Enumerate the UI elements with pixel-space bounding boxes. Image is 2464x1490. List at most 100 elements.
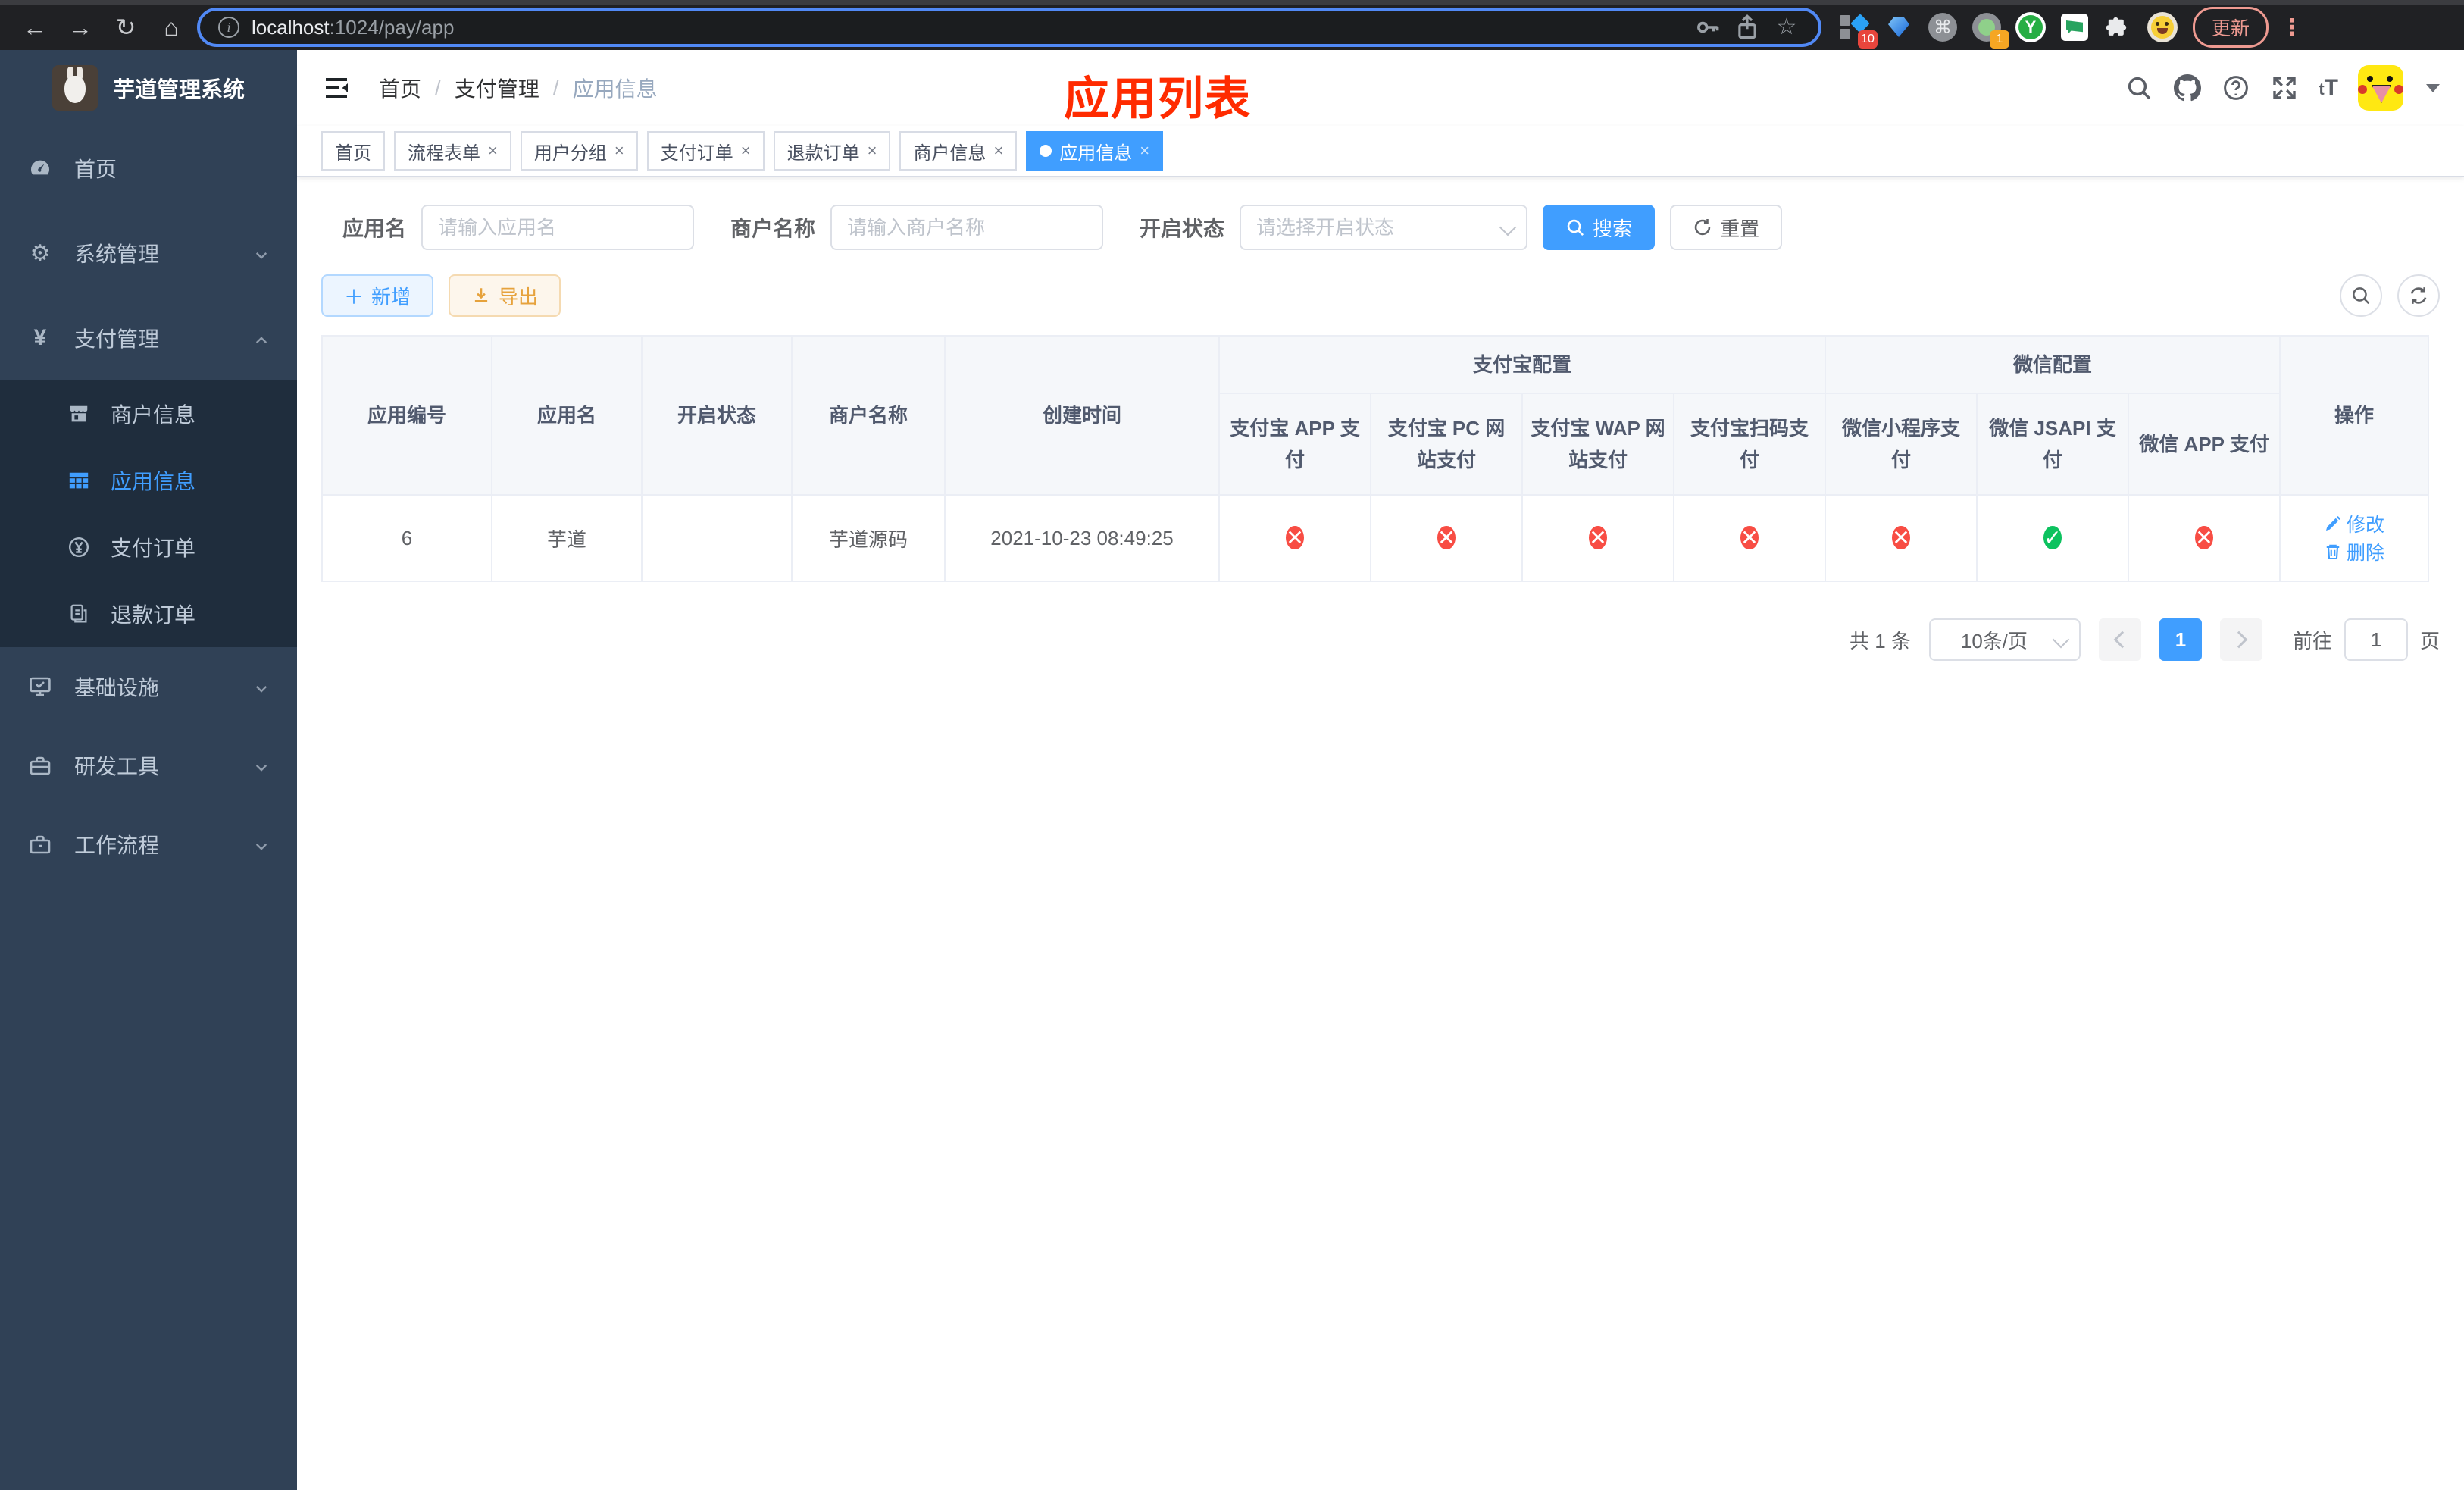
refresh-table-button[interactable] [2397,274,2440,317]
status-cross-icon: ✕ [1437,526,1456,549]
logo-rabbit-image [52,65,98,111]
cell-app-id: 6 [321,494,492,582]
delete-link[interactable]: 删除 [2324,538,2384,565]
sidebar-item-system[interactable]: ⚙ 系统管理 [0,211,297,296]
close-icon[interactable]: × [488,141,498,161]
cell-alipay-app-status: ✕ [1218,494,1371,582]
goto-page: 前往 页 [2293,618,2440,661]
url-text: localhost:1024/pay/app [252,15,455,39]
prev-page-button[interactable] [2098,618,2141,661]
add-button[interactable]: ＋ 新增 [321,274,434,317]
yen-circle-icon [67,535,91,559]
document-copy-icon [67,602,91,626]
breadcrumb-payment[interactable]: 支付管理 [455,73,539,103]
status-cross-icon: ✕ [2195,526,2213,549]
store-icon [67,402,91,426]
browser-back-button[interactable]: ← [15,8,55,47]
page-number-1[interactable]: 1 [2159,618,2202,661]
password-key-icon[interactable] [1694,14,1721,41]
next-page-button[interactable] [2219,618,2262,661]
help-icon[interactable] [2222,74,2250,102]
header-search-icon[interactable] [2125,74,2153,102]
status-select-input[interactable] [1240,205,1528,250]
sidebar-item-app-info[interactable]: 应用信息 [0,447,297,514]
breadcrumb-home[interactable]: 首页 [379,73,421,103]
tag-user-group[interactable]: 用户分组 × [520,131,638,171]
extension-gem-icon[interactable] [1884,12,1914,42]
reset-button[interactable]: 重置 [1670,205,1783,250]
monitor-check-icon [27,674,53,700]
address-bar[interactable]: i localhost:1024/pay/app ☆ [197,8,1821,47]
sidebar-item-workflow[interactable]: 工作流程 [0,805,297,884]
browser-forward-button[interactable]: → [61,8,100,47]
col-wx-jsapi: 微信 JSAPI 支付 [1976,393,2130,496]
tag-process-form[interactable]: 流程表单 × [394,131,511,171]
github-icon[interactable] [2173,74,2202,102]
export-button[interactable]: 导出 [449,274,561,317]
tag-payment-orders[interactable]: 支付订单 × [646,131,765,171]
browser-update-button[interactable]: 更新 [2193,7,2269,48]
browser-reload-button[interactable]: ↻ [106,8,145,47]
goto-label: 前往 [2292,629,2332,653]
gear-icon: ⚙ [30,240,51,266]
sidebar-item-payment[interactable]: ¥ 支付管理 [0,296,297,380]
sidebar-item-refund-orders[interactable]: 退款订单 [0,581,297,647]
yen-icon: ¥ [33,325,47,350]
app-name-input[interactable] [421,205,695,250]
cell-alipay-wap-status: ✕ [1521,494,1674,582]
status-select[interactable] [1240,205,1528,250]
sidebar-item-infrastructure[interactable]: 基础设施 [0,647,297,726]
screen: ← → ↻ ⌂ i localhost:1024/pay/app ☆ 10 ⌘ [0,0,2464,1490]
col-actions: 操作 [2279,335,2430,496]
app-logo[interactable]: 芋道管理系统 [0,50,297,126]
close-icon[interactable]: × [741,141,751,161]
close-icon[interactable]: × [1140,141,1149,161]
sidebar-item-payment-orders[interactable]: 支付订单 [0,514,297,581]
page-title-annotation: 应用列表 [1064,74,1252,124]
share-icon[interactable] [1734,14,1761,41]
briefcase-icon [27,831,53,857]
sidebar-item-merchant-info[interactable]: 商户信息 [0,380,297,447]
extension-chat-icon[interactable] [2059,12,2090,42]
grid-table-icon [67,468,91,493]
tag-refund-orders[interactable]: 退款订单 × [773,131,891,171]
font-size-icon[interactable]: tT [2319,75,2338,101]
extension-diamond-icon[interactable]: 10 [1840,12,1878,49]
col-merchant: 商户名称 [791,335,946,496]
merchant-name-input[interactable] [830,205,1104,250]
toggle-search-button[interactable] [2340,274,2382,317]
page-size-select[interactable] [1928,618,2081,661]
goto-page-input[interactable] [2344,618,2408,661]
fullscreen-icon[interactable] [2270,74,2299,102]
site-info-icon[interactable]: i [218,17,239,38]
extension-recorder-icon[interactable]: 1 [1972,12,2009,49]
status-cross-icon: ✕ [1892,526,1910,549]
tag-home[interactable]: 首页 [321,131,385,171]
close-icon[interactable]: × [614,141,624,161]
page-size-input[interactable] [1928,618,2081,661]
tag-app-info[interactable]: 应用信息 × [1026,131,1164,171]
sidebar-collapse-icon[interactable] [321,73,352,103]
edit-link[interactable]: 修改 [2324,510,2384,537]
bookmark-star-icon[interactable]: ☆ [1773,14,1800,41]
user-avatar[interactable] [2358,65,2403,111]
close-icon[interactable]: × [868,141,877,161]
browser-home-button[interactable]: ⌂ [152,8,191,47]
extension-smiley-avatar[interactable] [2147,12,2178,42]
browser-menu-icon[interactable]: ⋮ [2281,14,2303,41]
chevron-right-icon [2230,631,2248,649]
tag-merchant-info[interactable]: 商户信息 × [899,131,1018,171]
search-button[interactable]: 搜索 [1543,205,1656,250]
browser-extensions: 10 ⌘ 1 Y [1840,12,2178,49]
extension-command-icon[interactable]: ⌘ [1928,12,1958,42]
table-row: 6 芋道 芋道源码 2021-10-23 08:49:25 ✕ ✕ ✕ ✕ ✕ [321,494,2430,582]
user-menu-caret-icon[interactable] [2426,83,2440,92]
apps-table: 应用编号 应用名 开启状态 商户名称 创建时间 支付宝配置 微信配置 操作 支付… [321,335,2430,582]
app-title: 芋道管理系统 [112,78,245,102]
sidebar-item-dev-tools[interactable]: 研发工具 [0,726,297,805]
sidebar-item-home[interactable]: 首页 [0,126,297,211]
extension-y-icon[interactable]: Y [2015,12,2046,42]
extensions-puzzle-icon[interactable] [2103,12,2134,42]
close-icon[interactable]: × [993,141,1003,161]
col-wx-app: 微信 APP 支付 [2128,393,2281,496]
